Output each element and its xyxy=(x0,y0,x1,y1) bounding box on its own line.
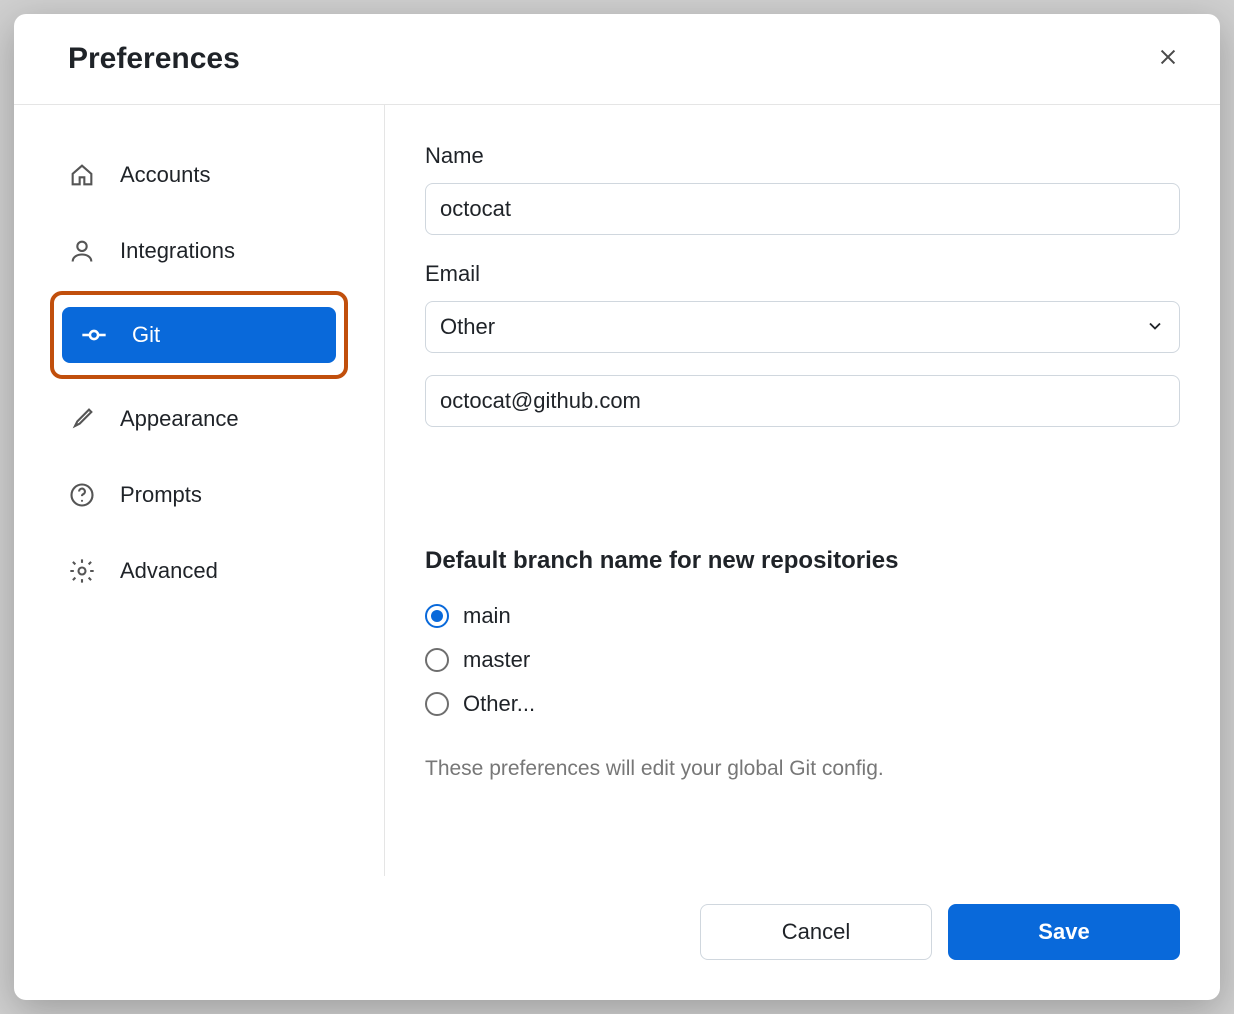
chevron-down-icon xyxy=(1145,316,1165,342)
sidebar-item-integrations[interactable]: Integrations xyxy=(50,213,348,289)
sidebar-item-label: Appearance xyxy=(120,406,239,432)
preferences-dialog: Preferences Accounts Integrations xyxy=(14,14,1220,1000)
dialog-footer: Cancel Save xyxy=(14,876,1220,1000)
dialog-body: Accounts Integrations Git xyxy=(14,105,1220,876)
cancel-button[interactable]: Cancel xyxy=(700,904,932,960)
radio-icon xyxy=(425,692,449,716)
radio-label: Other... xyxy=(463,691,535,717)
name-input[interactable] xyxy=(425,183,1180,235)
sidebar-item-prompts[interactable]: Prompts xyxy=(50,457,348,533)
sidebar-item-label: Advanced xyxy=(120,558,218,584)
sidebar-item-label: Integrations xyxy=(120,238,235,264)
content-pane: Name Email Other Default branch name for… xyxy=(385,105,1220,876)
config-hint: These preferences will edit your global … xyxy=(425,757,1180,781)
close-button[interactable] xyxy=(1156,47,1180,71)
home-icon xyxy=(68,161,96,189)
sidebar-item-label: Accounts xyxy=(120,162,211,188)
save-button[interactable]: Save xyxy=(948,904,1180,960)
radio-icon xyxy=(425,648,449,672)
radio-master[interactable]: master xyxy=(425,647,1180,673)
sidebar-highlight: Git xyxy=(50,291,348,379)
email-label: Email xyxy=(425,261,1180,287)
sidebar-item-label: Prompts xyxy=(120,482,202,508)
email-select-value: Other xyxy=(440,314,495,339)
git-commit-icon xyxy=(80,321,108,349)
default-branch-heading: Default branch name for new repositories xyxy=(425,547,1180,575)
sidebar-item-label: Git xyxy=(132,322,160,348)
sidebar-item-accounts[interactable]: Accounts xyxy=(50,137,348,213)
radio-other[interactable]: Other... xyxy=(425,691,1180,717)
sidebar: Accounts Integrations Git xyxy=(14,105,385,876)
sidebar-item-advanced[interactable]: Advanced xyxy=(50,533,348,609)
email-field: Email Other xyxy=(425,261,1180,427)
email-select[interactable]: Other xyxy=(425,301,1180,353)
email-input[interactable] xyxy=(425,375,1180,427)
radio-main[interactable]: main xyxy=(425,603,1180,629)
radio-label: main xyxy=(463,603,511,629)
sidebar-item-git[interactable]: Git xyxy=(62,307,336,363)
close-icon xyxy=(1157,46,1179,73)
name-label: Name xyxy=(425,143,1180,169)
radio-label: master xyxy=(463,647,530,673)
question-circle-icon xyxy=(68,481,96,509)
sidebar-item-appearance[interactable]: Appearance xyxy=(50,381,348,457)
person-icon xyxy=(68,237,96,265)
dialog-header: Preferences xyxy=(14,14,1220,105)
name-field: Name xyxy=(425,143,1180,235)
branch-radio-group: main master Other... xyxy=(425,603,1180,717)
radio-icon xyxy=(425,604,449,628)
dialog-title: Preferences xyxy=(68,42,240,76)
email-select-wrap: Other xyxy=(425,301,1180,427)
gear-icon xyxy=(68,557,96,585)
paintbrush-icon xyxy=(68,405,96,433)
